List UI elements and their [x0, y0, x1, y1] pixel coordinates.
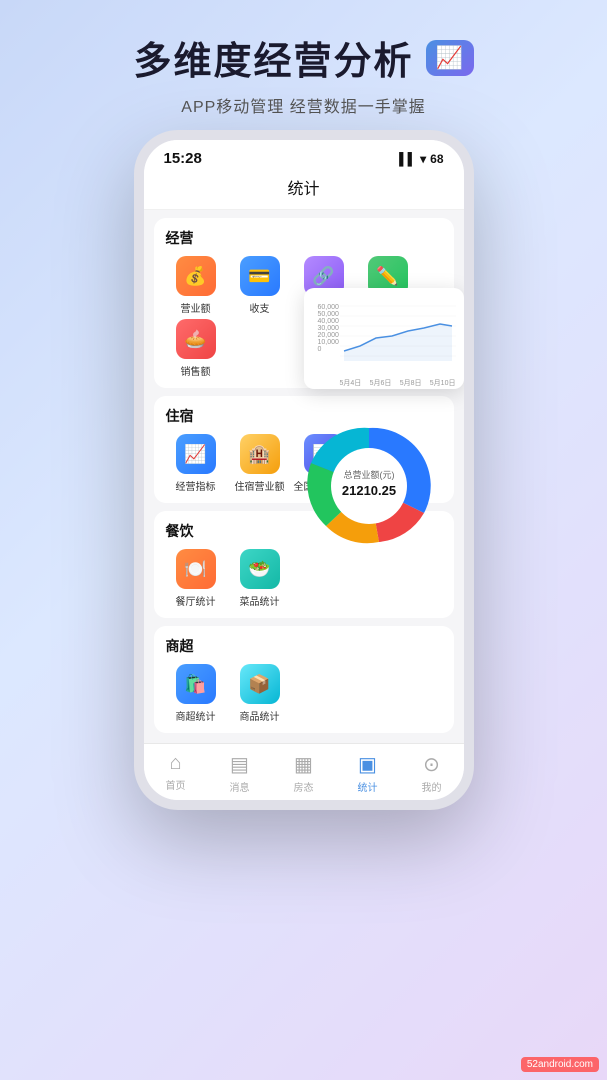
dishes-icon: 🥗 — [240, 549, 280, 589]
menu-item-ops-index[interactable]: 📈 经营指标 — [166, 434, 226, 493]
nav-item-messages[interactable]: ▤ 消息 — [208, 752, 272, 794]
revenue-label: 营业额 — [181, 300, 211, 315]
dining-section: 餐饮 🍽️ 餐厅统计 🥗 菜品统计 — [154, 511, 454, 618]
app-title: 统计 — [287, 181, 319, 198]
app-content: 经营 💰 营业额 💳 收支 🔗 渠道 ✏️ 记一笔 — [144, 210, 464, 743]
sales-label: 销售额 — [181, 363, 211, 378]
page-header: 多维度经营分析 📈 APP移动管理 经营数据一手掌握 — [0, 0, 607, 127]
supermarket-stats-label: 商超统计 — [176, 708, 216, 723]
ops-index-icon: 📈 — [176, 434, 216, 474]
title-row: 多维度经营分析 📈 — [20, 30, 587, 85]
wifi-icon: ▾ — [420, 152, 426, 166]
nav-item-stats[interactable]: ▣ 统计 — [336, 752, 400, 794]
menu-item-sales[interactable]: 🥧 销售额 — [166, 319, 226, 378]
svg-text:21210.25: 21210.25 — [341, 483, 395, 498]
restaurant-label: 餐厅统计 — [176, 593, 216, 608]
sales-icon: 🥧 — [176, 319, 216, 359]
chart-area — [340, 296, 456, 376]
product-stats-icon: 📦 — [240, 664, 280, 704]
app-header: 统计 — [144, 171, 464, 210]
line-chart-popup: 60,000 50,000 40,000 30,000 20,000 10,00… — [304, 288, 464, 389]
supermarket-section-title: 商超 — [166, 636, 442, 656]
finance-label: 收支 — [250, 300, 270, 315]
nav-item-rooms[interactable]: ▦ 房态 — [272, 752, 336, 794]
home-icon: ⌂ — [169, 752, 181, 775]
main-title: 多维度经营分析 — [133, 30, 413, 85]
menu-item-product-stats[interactable]: 📦 商品统计 — [230, 664, 290, 723]
chart-y-labels: 60,000 50,000 40,000 30,000 20,000 10,00… — [318, 304, 339, 353]
rooms-icon: ▦ — [294, 752, 313, 777]
chart-x-labels: 5月4日 5月6日 5月8日 5月10日 — [340, 378, 456, 388]
status-time: 15:28 — [164, 150, 202, 167]
profile-icon: ⊙ — [423, 752, 440, 777]
nav-label-stats: 统计 — [358, 779, 378, 794]
menu-item-hotel-revenue[interactable]: 🏨 住宿营业额 — [230, 434, 290, 493]
nav-item-profile[interactable]: ⊙ 我的 — [400, 752, 464, 794]
nav-label-rooms: 房态 — [294, 779, 314, 794]
watermark: 52android.com — [521, 1057, 599, 1072]
ops-index-label: 经营指标 — [176, 478, 216, 493]
menu-item-restaurant[interactable]: 🍽️ 餐厅统计 — [166, 549, 226, 608]
menu-item-revenue[interactable]: 💰 营业额 — [166, 256, 226, 315]
subtitle: APP移动管理 经营数据一手掌握 — [20, 93, 587, 117]
menu-item-supermarket-stats[interactable]: 🛍️ 商超统计 — [166, 664, 226, 723]
menu-item-finance[interactable]: 💳 收支 — [230, 256, 290, 315]
hotel-revenue-icon: 🏨 — [240, 434, 280, 474]
phone-mockup: 15:28 ▌▌ ▾ 68 统计 经营 💰 营业额 💳 收支 — [134, 130, 474, 810]
menu-item-dishes[interactable]: 🥗 菜品统计 — [230, 549, 290, 608]
stats-icon: ▣ — [358, 752, 377, 777]
nav-item-home[interactable]: ⌂ 首页 — [144, 752, 208, 794]
nav-label-messages: 消息 — [230, 779, 250, 794]
chart-icon-badge: 📈 — [426, 40, 474, 76]
revenue-icon: 💰 — [176, 256, 216, 296]
nav-label-home: 首页 — [166, 777, 186, 792]
status-bar: 15:28 ▌▌ ▾ 68 — [144, 140, 464, 171]
finance-icon: 💳 — [240, 256, 280, 296]
business-section-title: 经营 — [166, 228, 442, 248]
supermarket-stats-icon: 🛍️ — [176, 664, 216, 704]
product-stats-label: 商品统计 — [240, 708, 280, 723]
chart-icon: 📈 — [436, 45, 463, 71]
status-icons: ▌▌ ▾ 68 — [399, 152, 443, 166]
nav-label-profile: 我的 — [422, 779, 442, 794]
signal-icon: ▌▌ — [399, 152, 416, 166]
supermarket-section: 商超 🛍️ 商超统计 📦 商品统计 — [154, 626, 454, 733]
bottom-nav: ⌂ 首页 ▤ 消息 ▦ 房态 ▣ 统计 ⊙ 我的 — [144, 743, 464, 800]
battery-icon: 68 — [430, 152, 443, 166]
donut-chart-popup: 总营业额(元) 21210.25 — [284, 408, 464, 568]
supermarket-items: 🛍️ 商超统计 📦 商品统计 — [166, 664, 442, 723]
business-section: 经营 💰 营业额 💳 收支 🔗 渠道 ✏️ 记一笔 — [154, 218, 454, 388]
dishes-label: 菜品统计 — [240, 593, 280, 608]
hotel-revenue-label: 住宿营业额 — [235, 478, 285, 493]
svg-text:总营业额(元): 总营业额(元) — [343, 469, 394, 480]
restaurant-icon: 🍽️ — [176, 549, 216, 589]
messages-icon: ▤ — [230, 752, 249, 777]
